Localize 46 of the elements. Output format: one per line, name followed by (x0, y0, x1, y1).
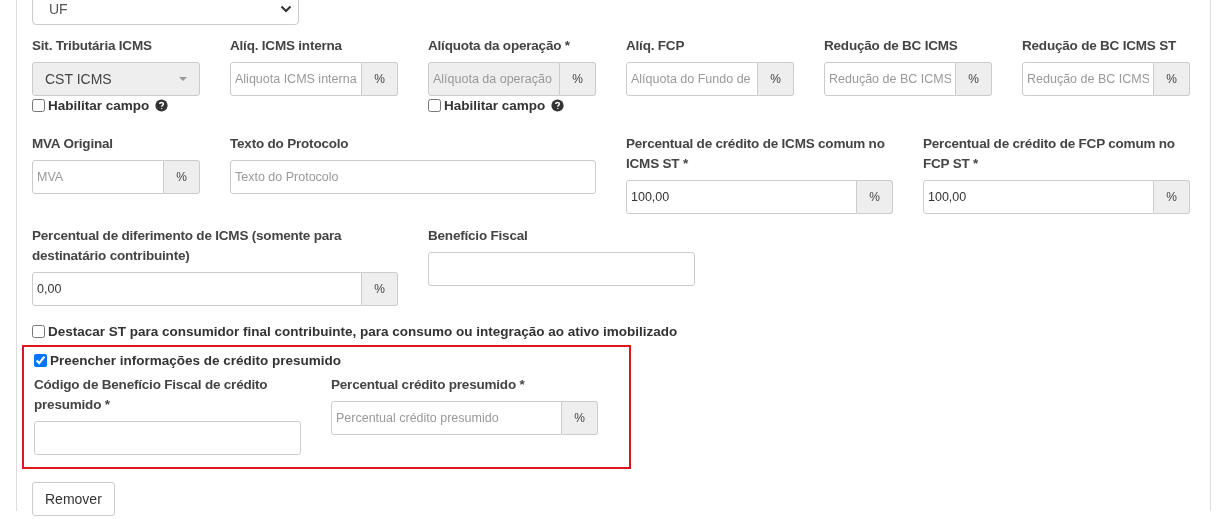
field-label: Alíquota da operação * (428, 37, 571, 55)
field-label: Percentual de crédito de FCP comum no FCP ST * (923, 135, 1176, 173)
field-label: Sit. Tributária ICMS (32, 37, 153, 55)
field-label: Alíq. ICMS interna (230, 37, 343, 55)
checkbox[interactable] (32, 325, 45, 338)
field-label: Percentual crédito presumido * (331, 376, 526, 394)
chevron-down-icon (280, 4, 292, 13)
input-field[interactable] (34, 421, 301, 455)
input-field[interactable]: Texto do Protocolo (230, 160, 596, 194)
checkbox-label[interactable]: Preencher informações de crédito presumido (50, 353, 342, 368)
select-field[interactable]: UF (32, 0, 299, 25)
field-label: Alíq. FCP (626, 37, 686, 55)
field-label: Percentual de crédito de ICMS comum no ICMS ST * (626, 135, 886, 173)
field-label: Texto do Protocolo (230, 135, 350, 153)
percent-addon: % (362, 62, 398, 96)
percent-addon: % (758, 62, 794, 96)
input-field[interactable]: Redução de BC ICMS (824, 62, 956, 96)
input-field[interactable]: Redução de BC ICMS (1022, 62, 1154, 96)
field-label: Redução de BC ICMS ST (1022, 37, 1178, 55)
percent-addon: % (857, 180, 893, 214)
input-field[interactable]: Percentual crédito presumido (331, 401, 562, 435)
percent-addon: % (560, 62, 596, 96)
field-label: Benefício Fiscal (428, 227, 529, 245)
input-field[interactable]: Alíquota do Fundo de (626, 62, 758, 96)
checkbox-label[interactable]: Destacar ST para consumidor final contribuinte, para consumo ou integração ao ativo imobilizado (48, 324, 678, 339)
percent-addon: % (362, 272, 398, 306)
percent-addon: % (164, 160, 200, 194)
field-label: MVA Original (32, 135, 114, 153)
caret-icon (179, 77, 187, 81)
field-label: Código de Benefício Fiscal de crédito presumido * (34, 376, 269, 414)
percent-addon: % (562, 401, 598, 435)
input-field[interactable] (428, 252, 695, 286)
input-field[interactable]: 100,00 (626, 180, 857, 214)
input-field[interactable]: 0,00 (32, 272, 362, 306)
percent-addon: % (956, 62, 992, 96)
percent-addon: % (1154, 62, 1190, 96)
help-icon[interactable] (155, 99, 169, 112)
input-field[interactable]: 100,00 (923, 180, 1154, 214)
checkbox[interactable] (34, 354, 47, 367)
field-label: Redução de BC ICMS (824, 37, 959, 55)
percent-addon: % (1154, 180, 1190, 214)
help-icon[interactable] (551, 99, 565, 112)
input-field[interactable]: Aliquota ICMS interna (230, 62, 362, 96)
remove-button[interactable]: Remover (32, 482, 115, 516)
input-field[interactable]: MVA (32, 160, 164, 194)
field-label: Percentual de diferimento de ICMS (somente para destinatário contribuinte) (32, 227, 343, 265)
